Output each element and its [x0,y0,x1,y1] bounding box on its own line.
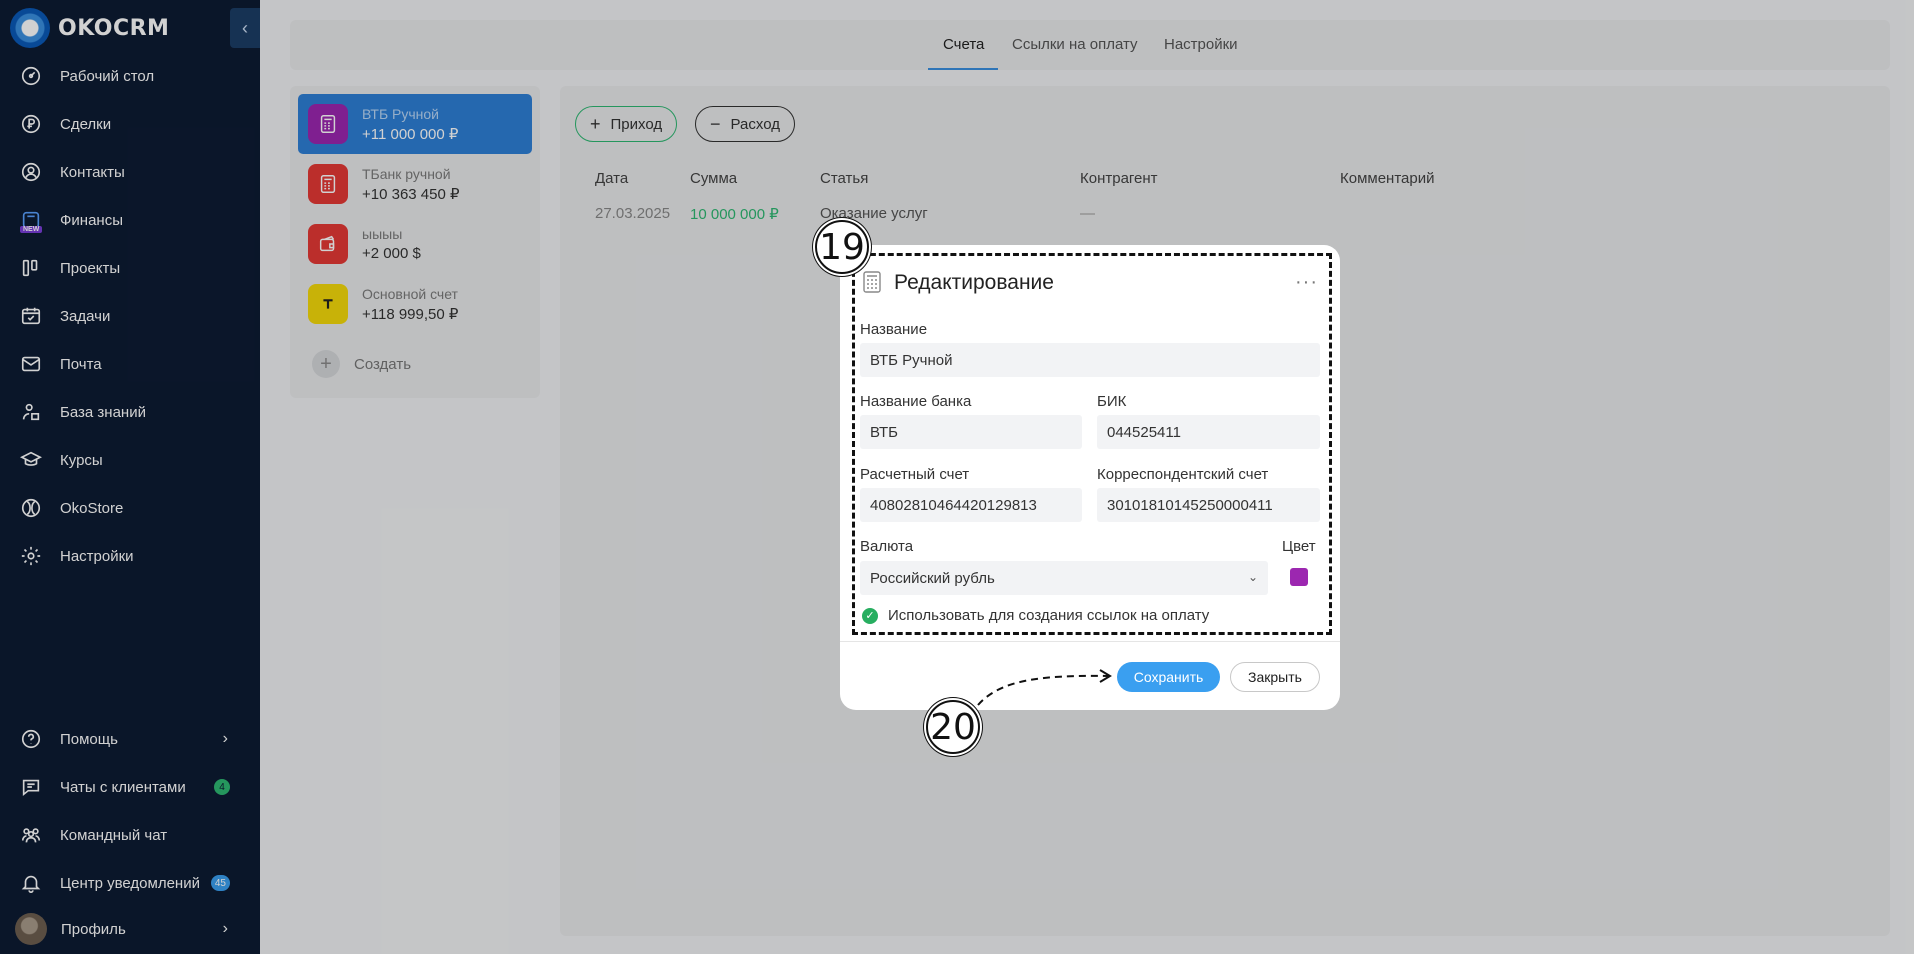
account-number-input[interactable]: 40802810464420129813 [860,488,1082,522]
name-input[interactable]: ВТБ Ручной [860,343,1320,377]
color-label: Цвет [1282,538,1316,555]
account-number-label: Расчетный счет [860,466,970,483]
color-picker[interactable] [1290,568,1308,586]
modal-title: Редактирование [894,271,1054,294]
bank-name-input[interactable]: ВТБ [860,415,1082,449]
bik-label: БИК [1097,393,1127,410]
currency-label: Валюта [860,538,914,555]
bank-name-label: Название банка [860,393,972,410]
check-icon: ✓ [862,607,878,624]
bik-input[interactable]: 044525411 [1097,415,1320,449]
more-menu-icon[interactable]: ··· [1295,271,1318,294]
payment-links-label: Использовать для создания ссылок на опла… [888,607,1210,624]
step-marker: 19 [815,220,869,274]
chevron-down-icon: ⌄ [1247,570,1258,584]
payment-links-checkbox[interactable]: ✓ Использовать для создания ссылок на оп… [862,607,1209,624]
corr-account-label: Корреспондентский счет [1097,466,1269,483]
currency-value: Российский рубль [870,569,995,587]
edit-account-modal: Редактирование ··· Название ВТБ Ручной Н… [840,245,1340,710]
close-button[interactable]: Закрыть [1230,662,1320,692]
save-button[interactable]: Сохранить [1117,662,1220,692]
name-label: Название [860,321,928,338]
currency-select[interactable]: Российский рубль ⌄ [860,561,1268,595]
corr-account-input[interactable]: 30101810145250000411 [1097,488,1320,522]
calculator-icon [862,271,882,293]
step-marker: 20 [926,700,980,754]
divider [840,641,1340,642]
